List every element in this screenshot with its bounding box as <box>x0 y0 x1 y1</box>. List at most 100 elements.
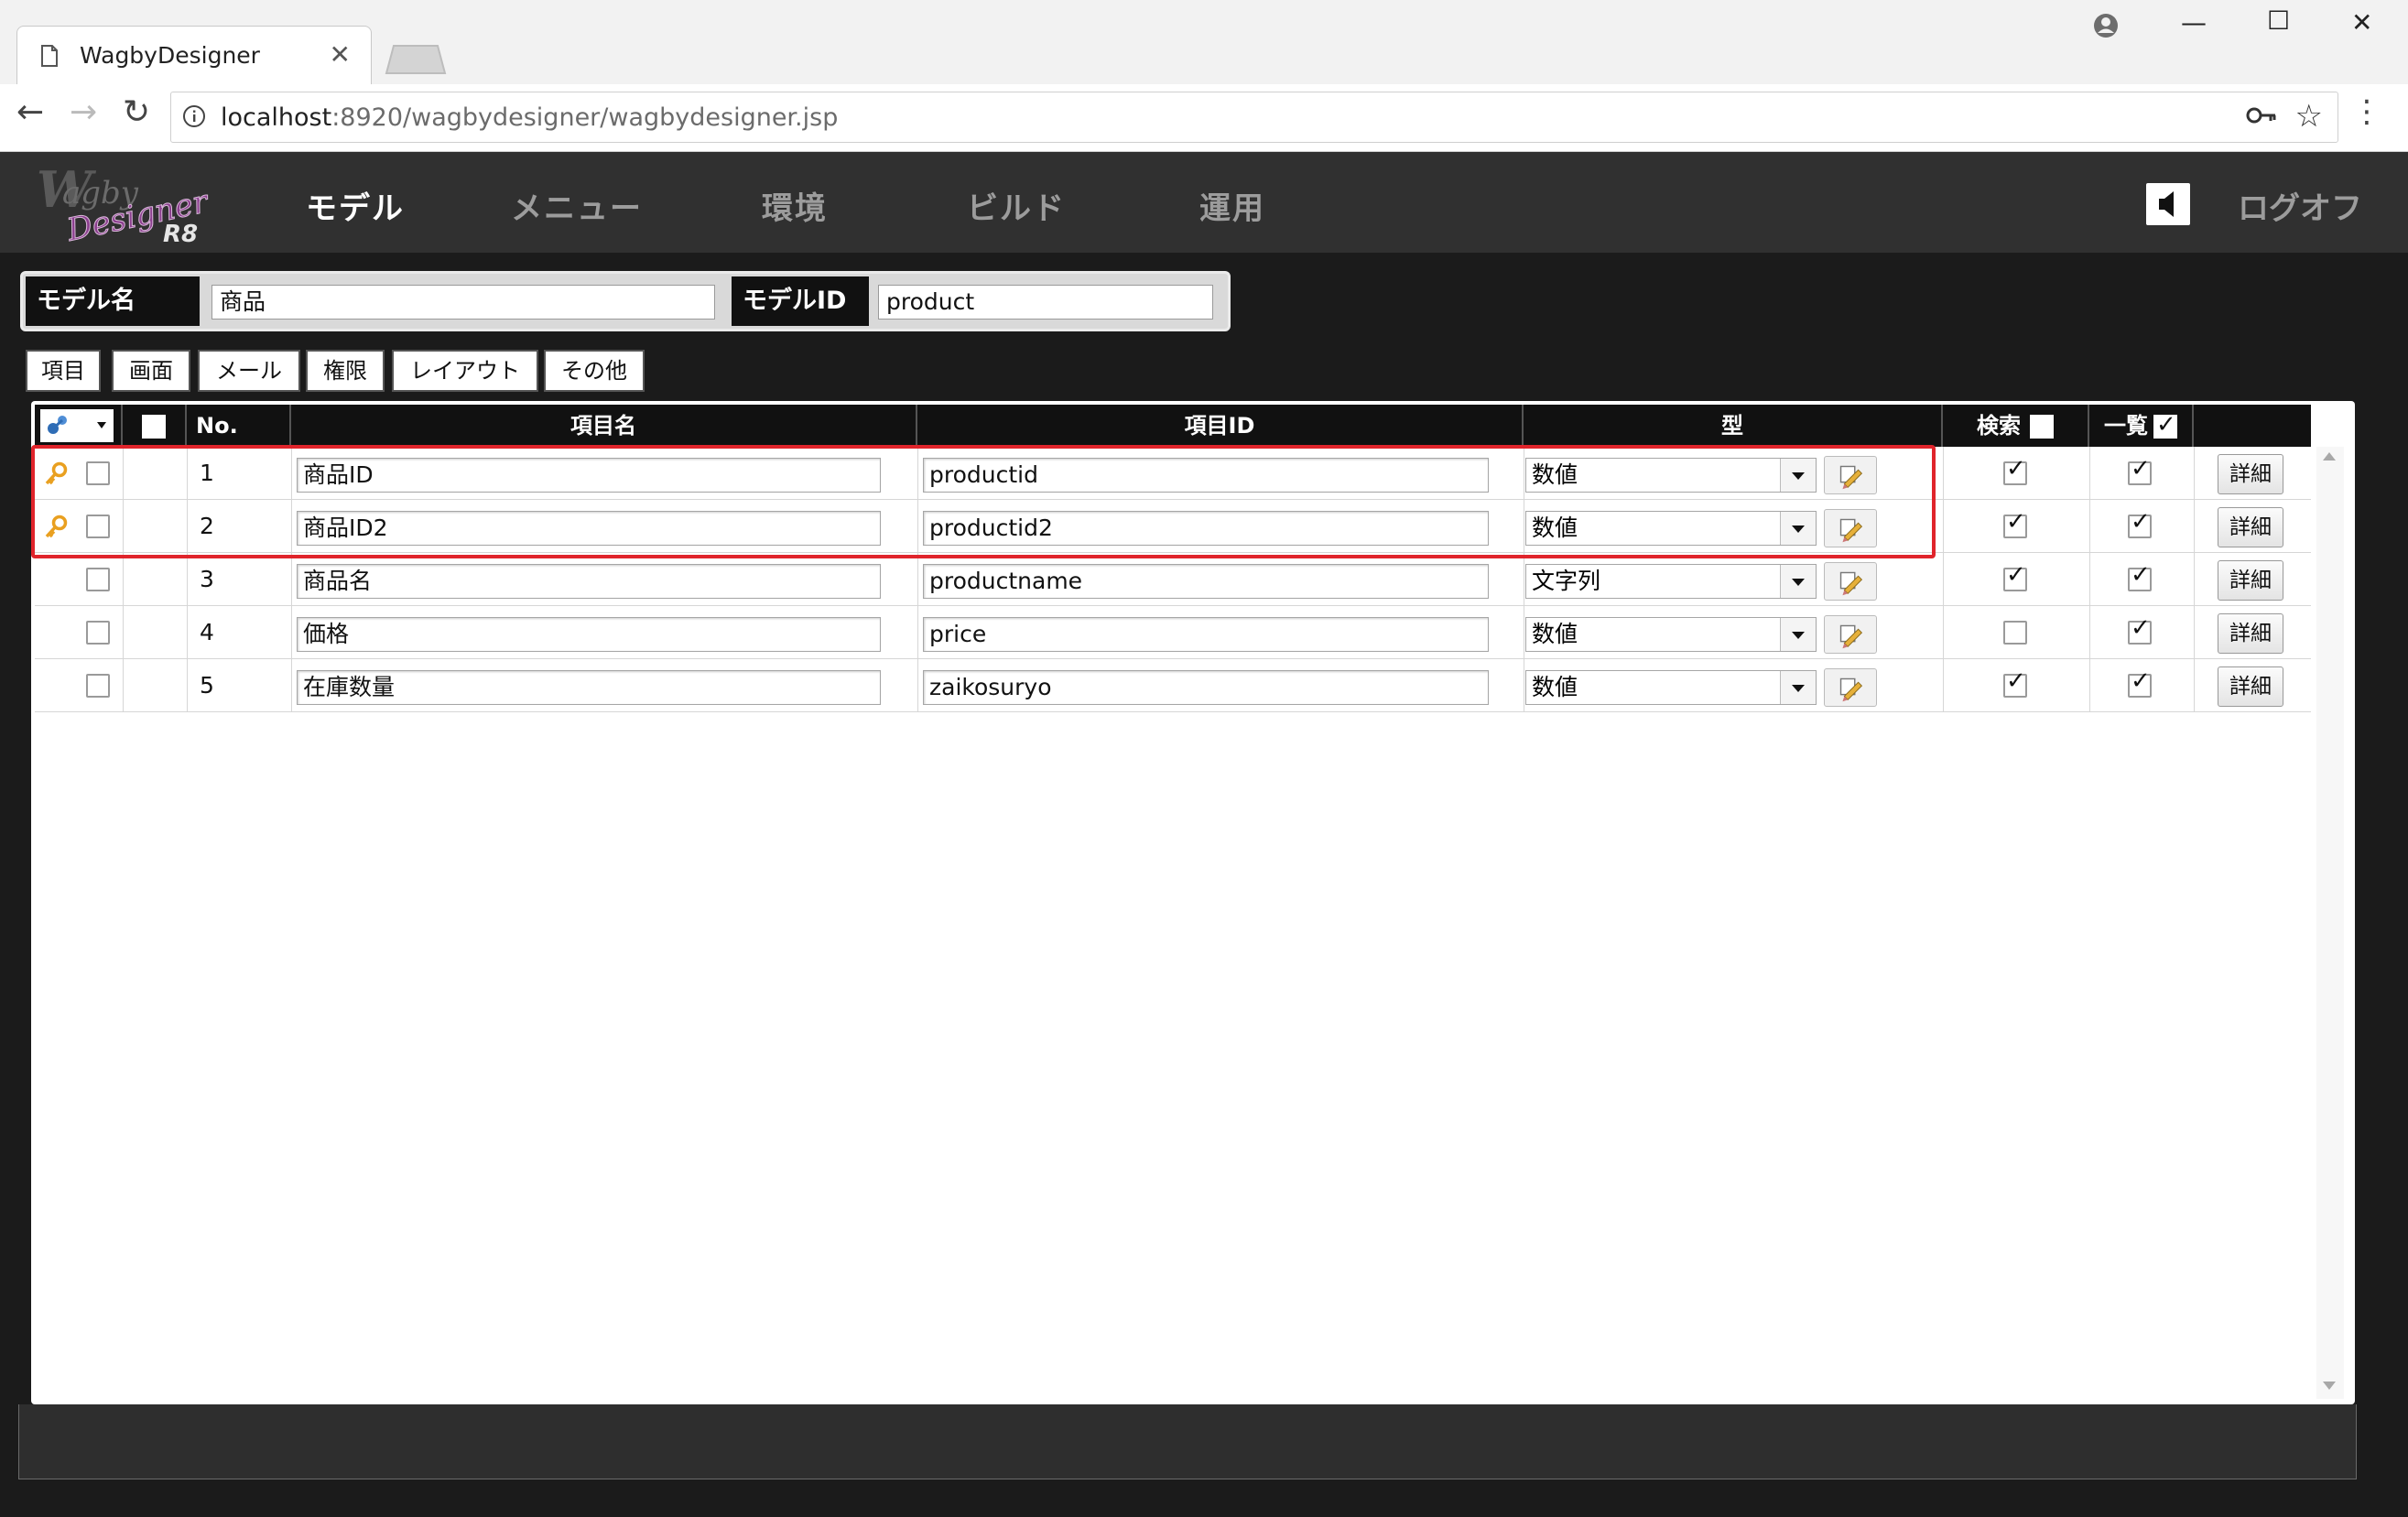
item-id-input[interactable]: zaikosuryo <box>923 670 1489 705</box>
search-checkbox[interactable] <box>2003 561 2027 591</box>
row-number: 4 <box>200 619 214 645</box>
table-row: 5 在庫数量 zaikosuryo 数値 詳細 <box>35 659 2311 712</box>
item-id-input[interactable]: price <box>923 617 1489 652</box>
tab-mail[interactable]: メール <box>198 350 300 392</box>
address-toolbar: ← → ↻ localhost:8920/wagbydesigner/wagby… <box>0 84 2408 152</box>
bookmark-star-icon[interactable]: ☆ <box>2295 98 2323 135</box>
table-row: 3 商品名 productname 文字列 詳細 <box>35 553 2311 606</box>
select-all-header[interactable] <box>123 405 187 447</box>
type-edit-button[interactable] <box>1824 562 1877 601</box>
wagby-designer-logo: W agby Designer R8 <box>37 161 213 245</box>
header-list-label: 一覧 <box>2104 413 2148 439</box>
minimize-icon[interactable]: — <box>2181 7 2207 38</box>
column-divider <box>2089 553 2090 606</box>
row-select-checkbox[interactable] <box>86 674 110 698</box>
list-checkbox[interactable] <box>2128 455 2152 485</box>
close-window-icon[interactable]: ✕ <box>2351 7 2372 38</box>
item-id-input[interactable]: productname <box>923 564 1489 599</box>
detail-button[interactable]: 詳細 <box>2218 507 2283 547</box>
column-divider <box>917 659 918 712</box>
item-name-input[interactable]: 価格 <box>297 617 881 652</box>
tab-title: WagbyDesigner <box>80 42 260 69</box>
vertical-scrollbar[interactable] <box>2316 447 2344 1399</box>
item-name-input[interactable]: 商品名 <box>297 564 881 599</box>
nav-model[interactable]: モデル <box>306 183 405 228</box>
key-icon[interactable] <box>2246 103 2277 127</box>
detail-button[interactable]: 詳細 <box>2218 454 2283 494</box>
info-icon[interactable] <box>182 104 206 128</box>
tab-layout[interactable]: レイアウト <box>392 350 538 392</box>
browser-tab[interactable]: WagbyDesigner ✕ <box>16 26 372 84</box>
row-number: 5 <box>200 672 214 699</box>
browser-menu-icon[interactable]: ⋮ <box>2351 93 2382 130</box>
speaker-icon <box>2159 191 2174 217</box>
column-divider <box>1943 553 1944 606</box>
edit-pencil-icon <box>1839 624 1863 649</box>
column-divider <box>2194 447 2195 500</box>
list-checkbox[interactable] <box>2128 508 2152 538</box>
maximize-icon[interactable]: ☐ <box>2267 5 2290 36</box>
tab-items[interactable]: 項目 <box>26 350 101 392</box>
chevron-down-icon[interactable] <box>1780 565 1816 598</box>
model-name-label: モデル名 <box>26 276 200 326</box>
logoff-link[interactable]: ログオフ <box>2238 183 2362 228</box>
type-edit-button[interactable] <box>1824 615 1877 654</box>
search-checkbox[interactable] <box>2003 621 2027 645</box>
speaker-button[interactable] <box>2146 183 2190 225</box>
search-checkbox[interactable] <box>2003 667 2027 698</box>
nav-environment[interactable]: 環境 <box>762 183 828 228</box>
detail-button[interactable]: 詳細 <box>2218 666 2283 707</box>
item-name-input[interactable]: 在庫数量 <box>297 670 881 705</box>
nav-build[interactable]: ビルド <box>967 183 1066 228</box>
type-select-value: 数値 <box>1532 621 1578 647</box>
search-all-checkbox[interactable] <box>2030 415 2054 439</box>
type-select[interactable]: 文字列 <box>1525 564 1817 599</box>
list-all-checkbox[interactable] <box>2153 404 2177 446</box>
back-icon[interactable]: ← <box>16 93 44 131</box>
type-select[interactable]: 数値 <box>1525 670 1817 705</box>
header-item-name: 項目名 <box>291 405 917 447</box>
type-edit-button[interactable] <box>1824 668 1877 707</box>
nav-menu[interactable]: メニュー <box>511 183 643 228</box>
column-divider <box>2089 500 2090 553</box>
list-checkbox[interactable] <box>2128 561 2152 591</box>
scroll-up-icon[interactable] <box>2323 452 2336 461</box>
header-search-label: 検索 <box>1977 413 2021 439</box>
detail-button[interactable]: 詳細 <box>2218 560 2283 601</box>
row-select-checkbox[interactable] <box>86 621 110 645</box>
detail-button[interactable]: 詳細 <box>2218 613 2283 654</box>
edit-pencil-icon <box>1839 571 1863 596</box>
model-id-input[interactable]: product <box>878 285 1213 320</box>
search-checkbox[interactable] <box>2003 508 2027 538</box>
search-checkbox[interactable] <box>2003 455 2027 485</box>
chevron-down-icon[interactable] <box>1780 671 1816 704</box>
column-divider <box>1943 500 1944 553</box>
column-divider <box>2089 606 2090 659</box>
browser-tabstrip: WagbyDesigner ✕ — ☐ ✕ <box>0 0 2408 84</box>
key-column-header[interactable] <box>35 405 123 447</box>
new-tab-button[interactable] <box>385 44 447 75</box>
reload-icon[interactable]: ↻ <box>123 93 150 131</box>
column-divider <box>123 659 124 712</box>
type-select[interactable]: 数値 <box>1525 617 1817 652</box>
tab-screen[interactable]: 画面 <box>112 350 190 392</box>
forward-icon[interactable]: → <box>70 93 97 131</box>
tab-permission[interactable]: 権限 <box>306 350 385 392</box>
model-name-input[interactable]: 商品 <box>212 285 715 320</box>
list-checkbox[interactable] <box>2128 614 2152 645</box>
header-type: 型 <box>1524 405 1943 447</box>
chevron-down-icon[interactable] <box>1780 618 1816 651</box>
close-tab-icon[interactable]: ✕ <box>330 39 351 70</box>
url-text: localhost:8920/wagbydesigner/wagbydesign… <box>221 103 838 132</box>
key-menu-icon[interactable] <box>35 405 123 447</box>
select-all-checkbox[interactable] <box>142 415 166 439</box>
row-select-checkbox[interactable] <box>86 568 110 591</box>
scroll-down-icon[interactable] <box>2323 1382 2336 1390</box>
list-checkbox[interactable] <box>2128 667 2152 698</box>
address-bar[interactable]: localhost:8920/wagbydesigner/wagbydesign… <box>170 92 2338 143</box>
column-divider <box>2194 553 2195 606</box>
nav-operation[interactable]: 運用 <box>1199 183 1265 228</box>
tab-other[interactable]: その他 <box>544 350 645 392</box>
profile-icon[interactable] <box>2093 13 2119 38</box>
header-list: 一覧 <box>2089 404 2194 447</box>
